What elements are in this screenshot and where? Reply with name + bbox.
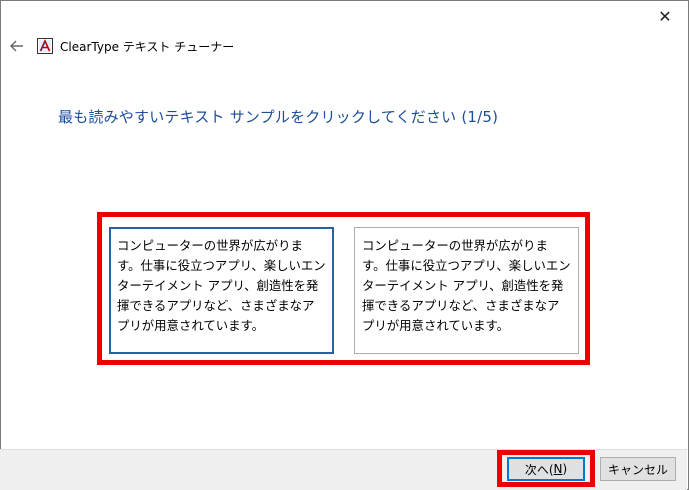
next-button[interactable]: 次へ(N) (507, 457, 585, 481)
text-sample-2[interactable]: コンピューターの世界が広がります。仕事に役立つアプリ、楽しいエンターテイメント … (354, 227, 579, 354)
text-sample-1-text: コンピューターの世界が広がります。仕事に役立つアプリ、楽しいエンターテイメント … (117, 238, 326, 333)
arrow-left-icon (10, 40, 23, 52)
text-sample-1[interactable]: コンピューターの世界が広がります。仕事に役立つアプリ、楽しいエンターテイメント … (109, 227, 334, 354)
next-button-mnemonic: N (553, 462, 563, 476)
close-button[interactable]: ✕ (642, 1, 688, 31)
cancel-button-label: キャンセル (607, 462, 668, 477)
page-heading: 最も読みやすいテキスト サンプルをクリックしてください (1/5) (58, 108, 499, 126)
text-sample-2-text: コンピューターの世界が広がります。仕事に役立つアプリ、楽しいエンターテイメント … (362, 238, 571, 333)
cleartype-icon (37, 38, 53, 54)
next-button-label: 次へ( (524, 462, 554, 477)
next-button-suffix: ) (562, 462, 568, 476)
cancel-button[interactable]: キャンセル (600, 457, 676, 481)
window-title: ClearType テキスト チューナー (60, 40, 235, 54)
back-button[interactable] (8, 37, 26, 55)
close-icon: ✕ (658, 6, 672, 26)
